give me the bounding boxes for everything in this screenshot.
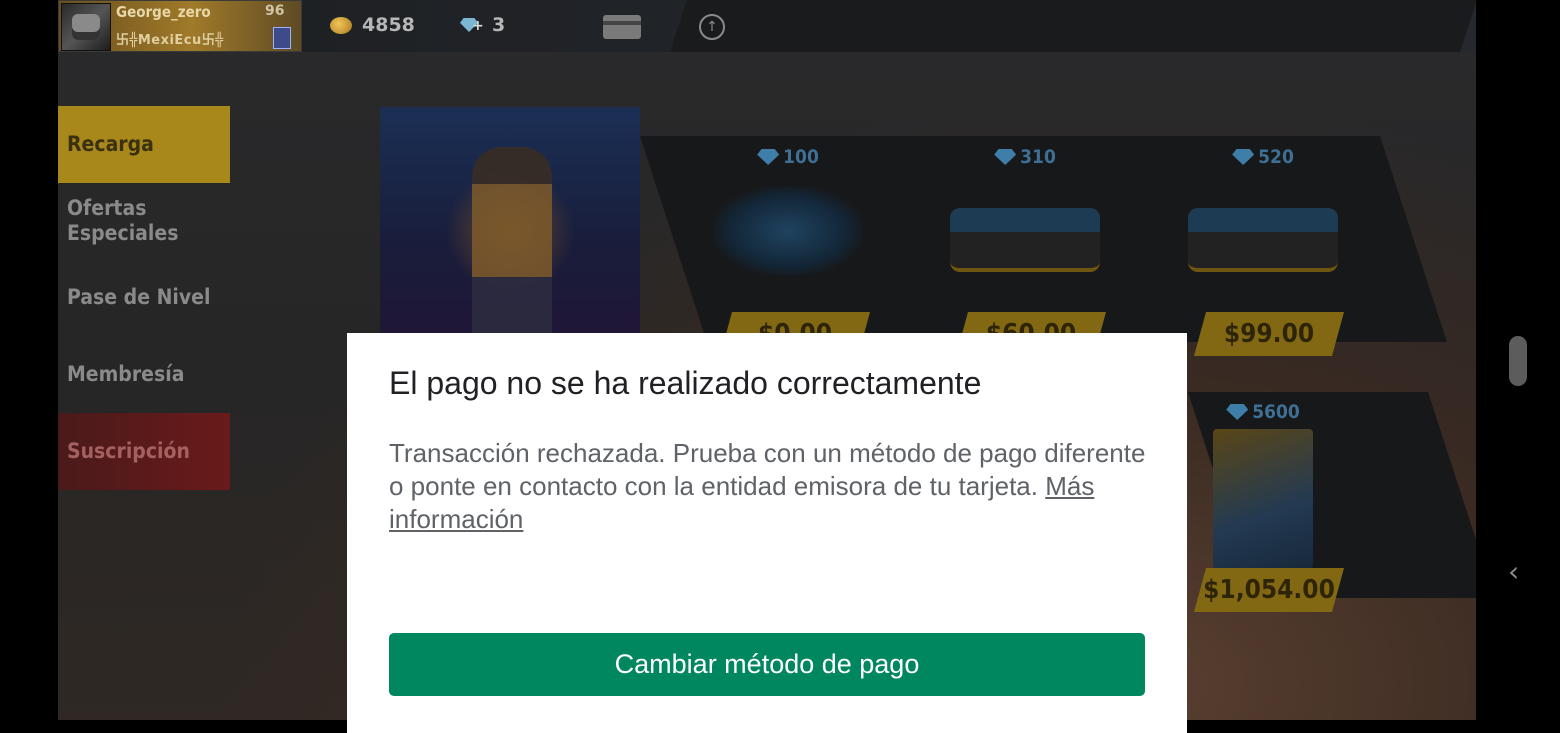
sidebar-item-recarga[interactable]: Recarga (58, 106, 230, 183)
pack-amount: 100 (783, 146, 819, 168)
diamond-pack[interactable]: 520 (1178, 146, 1348, 272)
promo-banner[interactable] (380, 107, 640, 333)
guild-name: 卐╬MexiEcu卐╬ (116, 33, 224, 48)
payment-error-dialog: El pago no se ha realizado correctamente… (347, 333, 1187, 733)
pack-amount: 5600 (1252, 401, 1300, 423)
payment-card-icon[interactable] (603, 15, 641, 39)
diamond-pack[interactable]: 310 (940, 146, 1110, 272)
diamond-icon (1226, 404, 1249, 420)
pack-amount: 520 (1258, 146, 1294, 168)
chevron-left-icon[interactable]: ‹ (1508, 558, 1519, 586)
sidebar-item-ofertas-especiales[interactable]: Ofertas Especiales (58, 183, 178, 259)
pack-price-button[interactable]: $1,054.00 (1194, 568, 1344, 612)
pack-price-button[interactable]: $99.00 (1194, 312, 1344, 356)
diamond-pack[interactable]: 100 (703, 146, 873, 276)
diamond-icon (757, 149, 780, 165)
diamond-plus-icon[interactable] (458, 16, 484, 34)
diamond-icon (1232, 149, 1255, 165)
coin-balance: 4858 (330, 14, 415, 36)
top-bar-panel (670, 0, 1476, 52)
upload-icon[interactable]: ↑ (699, 14, 725, 40)
change-payment-method-button[interactable]: Cambiar método de pago (389, 633, 1145, 696)
dialog-title: El pago no se ha realizado correctamente (389, 365, 982, 401)
player-name: George_zero (116, 3, 211, 21)
diamond-count: 3 (492, 14, 506, 36)
character-figure (472, 147, 552, 333)
sidebar-item-membresia[interactable]: Membresía (58, 336, 230, 413)
top-bar: George_zero 卐╬MexiEcu卐╬ 96 4858 3 ↑ (58, 0, 1476, 52)
pack-amount: 310 (1020, 146, 1056, 168)
store-sidebar: Recarga Ofertas Especiales Pase de Nivel… (58, 106, 230, 490)
pack-image (950, 208, 1100, 272)
player-level: 96 (265, 3, 285, 19)
pack-image (713, 186, 863, 276)
coin-count: 4858 (362, 14, 415, 36)
pack-image (1188, 208, 1338, 272)
diamond-pack[interactable]: 5600 (1178, 401, 1348, 569)
dialog-message: Transacción rechazada. Prueba con un mét… (389, 437, 1149, 536)
rank-badge-icon (273, 27, 291, 49)
pack-image (1213, 429, 1313, 569)
player-profile[interactable]: George_zero 卐╬MexiEcu卐╬ 96 (58, 0, 302, 52)
dialog-message-text: Transacción rechazada. Prueba con un mét… (389, 438, 1146, 501)
scrollbar-thumb[interactable] (1509, 336, 1527, 386)
coin-icon (330, 16, 352, 34)
diamond-balance[interactable]: 3 (458, 14, 505, 36)
avatar[interactable] (61, 3, 111, 51)
sidebar-item-suscripcion[interactable]: Suscripción (58, 413, 230, 490)
sidebar-item-pase-de-nivel[interactable]: Pase de Nivel (58, 259, 230, 336)
diamond-icon (994, 149, 1017, 165)
